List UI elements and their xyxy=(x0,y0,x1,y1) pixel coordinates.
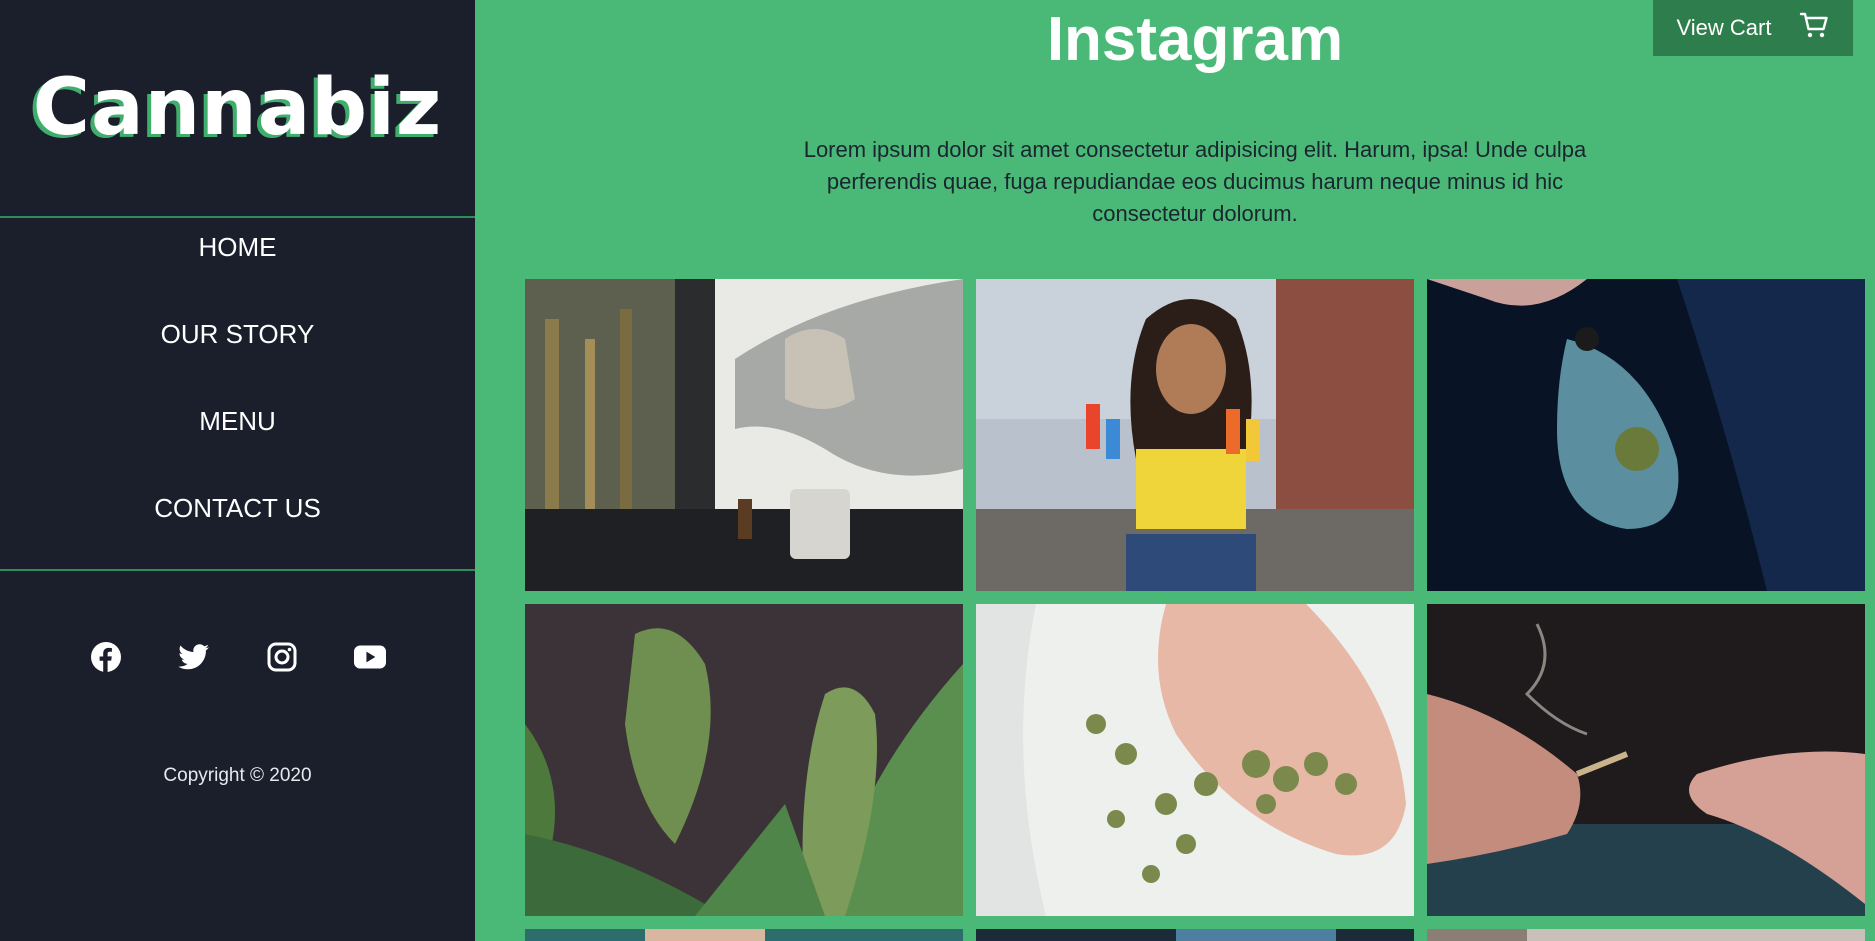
logo-area: Cannabiz xyxy=(0,0,475,218)
cart-icon xyxy=(1799,10,1829,46)
social-links xyxy=(0,641,475,673)
youtube-icon[interactable] xyxy=(353,641,386,673)
intro-text: Lorem ipsum dolor sit amet consectetur a… xyxy=(803,137,1587,226)
nav-contact-us[interactable]: CONTACT US xyxy=(154,493,321,592)
nav-home[interactable]: HOME xyxy=(198,232,277,331)
facebook-icon[interactable] xyxy=(90,641,122,673)
main-nav: HOME OUR STORY MENU CONTACT US xyxy=(0,218,475,571)
nav-menu[interactable]: MENU xyxy=(199,406,276,505)
instagram-photo-9[interactable] xyxy=(1427,929,1865,941)
twitter-icon[interactable] xyxy=(177,641,210,673)
instagram-photo-7[interactable] xyxy=(525,929,963,941)
copyright-text: Copyright © 2020 xyxy=(163,765,312,786)
instagram-photo-joint[interactable] xyxy=(1427,604,1865,916)
instagram-photo-hand-buds[interactable] xyxy=(976,604,1414,916)
view-cart-button[interactable]: View Cart xyxy=(1653,0,1853,56)
nav-menu-label: MENU xyxy=(199,406,276,436)
instagram-photo-glass-pipe[interactable] xyxy=(1427,279,1865,591)
instagram-icon[interactable] xyxy=(266,641,298,673)
instagram-grid xyxy=(525,279,1865,941)
instagram-section: Instagram View Cart Lorem ipsum dolor si… xyxy=(475,0,1875,941)
nav-our-story-label: OUR STORY xyxy=(160,319,315,349)
brand-logo[interactable]: Cannabiz xyxy=(33,63,443,153)
instagram-photo-8[interactable] xyxy=(976,929,1414,941)
nav-contact-us-label: CONTACT US xyxy=(154,493,321,523)
nav-home-label: HOME xyxy=(198,232,277,262)
instagram-photo-cannabis-plant[interactable] xyxy=(525,604,963,916)
nav-our-story[interactable]: OUR STORY xyxy=(160,319,315,418)
view-cart-label: View Cart xyxy=(1676,15,1772,40)
sidebar: Cannabiz HOME OUR STORY MENU CONTACT US … xyxy=(0,0,475,941)
instagram-photo-vape-pens[interactable] xyxy=(976,279,1414,591)
instagram-photo-dropper[interactable] xyxy=(525,279,963,591)
